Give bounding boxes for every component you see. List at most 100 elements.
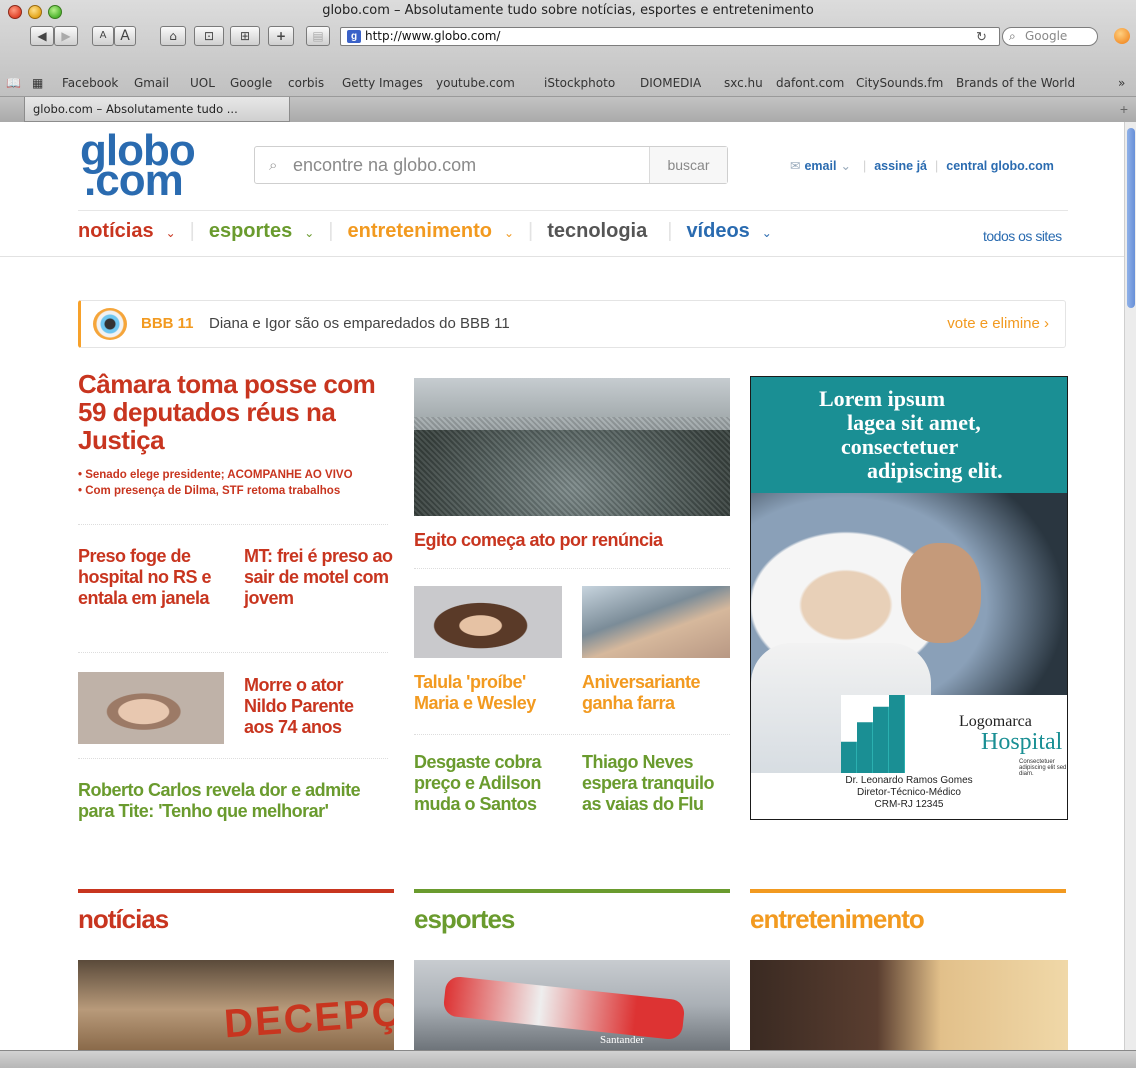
headline-desgaste[interactable]: Desgaste cobra preço e Adilson muda o Sa…	[414, 752, 564, 815]
bookmark-citysounds[interactable]: CitySounds.fm	[856, 76, 943, 90]
esportes-section-bar	[414, 889, 730, 893]
bookmark-diomedia[interactable]: DIOMEDIA	[640, 76, 701, 90]
headline-egito[interactable]: Egito começa ato por renúncia	[414, 530, 730, 551]
bbb-text[interactable]: Diana e Igor são os emparedados do BBB 1…	[209, 315, 510, 332]
top-sites-icon[interactable]: ▦	[32, 76, 43, 90]
bookmark-facebook[interactable]: Facebook	[62, 76, 118, 90]
browser-toolbar: ◀ ▶ A A ⌂ ⊡ ⊞ + ▤ g http://www.globo.com…	[0, 26, 1136, 48]
divider	[414, 568, 730, 569]
hospital-logo: Logomarca Hospital Consectetuer adipisci…	[841, 695, 1067, 777]
ad-copy: Lorem ipsum lagea sit amet, consectetuer…	[751, 377, 1067, 493]
chevron-down-icon[interactable]: ⌄	[762, 226, 772, 240]
forward-button[interactable]: ▶	[54, 26, 78, 46]
mail-icon: ✉	[790, 159, 801, 173]
headline-preso[interactable]: Preso foge de hospital no RS e entala em…	[78, 546, 218, 609]
bookmark-sxc[interactable]: sxc.hu	[724, 76, 763, 90]
web-page: globo .com ⌕ encontre na globo.com busca…	[0, 122, 1124, 1050]
back-button[interactable]: ◀	[30, 26, 54, 46]
bookmark-brands[interactable]: Brands of the World	[956, 76, 1075, 90]
photo-formula1[interactable]: Santander	[414, 960, 730, 1050]
entretenimento-section-bar	[750, 889, 1066, 893]
headline-talula[interactable]: Talula 'proíbe' Maria e Wesley	[414, 672, 564, 714]
ad-sig-crm: CRM-RJ 12345	[874, 799, 944, 810]
divider	[78, 758, 388, 759]
chevron-down-icon[interactable]: ⌄	[166, 226, 176, 240]
nav-esportes[interactable]: esportes	[209, 220, 292, 242]
bbb-banner[interactable]: BBB 11 Diana e Igor são os emparedados d…	[78, 300, 1066, 348]
noticias-section-bar	[78, 889, 394, 893]
bookmark-dafont[interactable]: dafont.com	[776, 76, 844, 90]
status-bar	[0, 1050, 1136, 1068]
assine-link[interactable]: assine já	[874, 159, 927, 173]
vertical-scrollbar[interactable]	[1124, 122, 1136, 1050]
main-headline[interactable]: Câmara toma posse com 59 deputados réus …	[78, 370, 388, 454]
reload-icon[interactable]: ↻	[976, 29, 987, 45]
vote-link[interactable]: vote e elimine ›	[947, 315, 1049, 332]
main-bullets: • Senado elege presidente; ACOMPANHE AO …	[78, 467, 353, 499]
window-title: globo.com – Absolutamente tudo sobre not…	[322, 3, 814, 18]
nav-entretenimento[interactable]: entretenimento	[347, 220, 491, 242]
scrollbar-thumb[interactable]	[1127, 128, 1135, 308]
snapback-icon[interactable]	[1114, 28, 1130, 44]
ad-line: Lorem ipsum	[819, 386, 946, 411]
bbb-tag: BBB 11	[141, 315, 194, 332]
nav-noticias[interactable]: notícias	[78, 220, 154, 242]
history-button[interactable]: ⊡	[194, 26, 224, 46]
bookmark-corbis[interactable]: corbis	[288, 76, 324, 90]
race-car	[442, 975, 686, 1041]
ad-line: adipiscing elit.	[867, 458, 1003, 483]
new-tab-icon[interactable]: +	[1120, 101, 1128, 117]
search-icon: ⌕	[1009, 29, 1016, 43]
ad-sig-role: Diretor-Técnico-Médico	[857, 787, 961, 798]
section-esportes[interactable]: esportes	[414, 904, 515, 935]
bookmarks-button[interactable]: ⊞	[230, 26, 260, 46]
nav-tecnologia[interactable]: tecnologia	[547, 220, 647, 242]
bookmark-google[interactable]: Google	[230, 76, 272, 90]
headline-ator[interactable]: Morre o ator Nildo Parente aos 74 anos	[244, 675, 384, 738]
photo-entretenimento[interactable]	[750, 960, 1068, 1050]
browser-chrome: globo.com – Absolutamente tudo sobre not…	[0, 0, 1136, 122]
central-link[interactable]: central globo.com	[946, 159, 1054, 173]
window-titlebar: globo.com – Absolutamente tudo sobre not…	[0, 0, 1136, 24]
reading-list-icon[interactable]: 📖	[6, 76, 21, 90]
email-link[interactable]: email	[804, 159, 836, 173]
bookmark-youtube[interactable]: youtube.com	[436, 76, 515, 90]
ad-line: consectetuer	[841, 434, 959, 459]
headline-frei[interactable]: MT: frei é preso ao sair de motel com jo…	[244, 546, 394, 609]
photo-protest[interactable]: DECEPÇÃO	[78, 960, 394, 1050]
bullet-senado[interactable]: • Senado elege presidente; ACOMPANHE AO …	[78, 467, 353, 483]
bullet-dilma[interactable]: • Com presença de Dilma, STF retoma trab…	[78, 483, 353, 499]
text-smaller-button[interactable]: A	[92, 26, 114, 46]
photo-egito-crowd[interactable]	[414, 378, 730, 516]
bookmarks-overflow-button[interactable]: »	[1118, 76, 1125, 90]
section-entretenimento[interactable]: entretenimento	[750, 904, 925, 935]
address-bar[interactable]: g http://www.globo.com/	[340, 27, 1000, 46]
photo-talula[interactable]	[414, 586, 562, 658]
chevron-down-icon[interactable]: ⌄	[304, 226, 314, 240]
headline-thiago[interactable]: Thiago Neves espera tranquilo as vaias d…	[582, 752, 732, 815]
bookmark-istockphoto[interactable]: iStockphoto	[544, 76, 615, 90]
bookmark-gmail[interactable]: Gmail	[134, 76, 169, 90]
print-button[interactable]: ▤	[306, 26, 330, 46]
headline-roberto-carlos[interactable]: Roberto Carlos revela dor e admite para …	[78, 780, 398, 822]
browser-search-field[interactable]: ⌕ Google	[1002, 27, 1098, 46]
photo-aniversariante[interactable]	[582, 586, 730, 658]
text-bigger-button[interactable]: A	[114, 26, 136, 46]
all-sites-link[interactable]: todos os sites	[983, 228, 1062, 244]
globo-logo[interactable]: globo .com	[80, 129, 196, 203]
hospital-ad[interactable]: Lorem ipsum lagea sit amet, consectetuer…	[750, 376, 1068, 820]
bookmark-getty[interactable]: Getty Images	[342, 76, 423, 90]
home-button[interactable]: ⌂	[160, 26, 186, 46]
tab-strip: globo.com – Absolutamente tudo ... +	[0, 96, 1136, 122]
search-input[interactable]: encontre na globo.com	[293, 155, 476, 176]
nav-videos[interactable]: vídeos	[686, 220, 749, 242]
add-bookmark-button[interactable]: +	[268, 26, 294, 46]
headline-aniversariante[interactable]: Aniversariante ganha farra	[582, 672, 732, 714]
photo-nildo-parente[interactable]	[78, 672, 224, 744]
section-noticias[interactable]: notícias	[78, 904, 169, 935]
search-button[interactable]: buscar	[649, 147, 727, 183]
chevron-down-icon[interactable]: ⌄	[504, 226, 514, 240]
ad-line: lagea sit amet,	[847, 410, 981, 435]
tab-globo[interactable]: globo.com – Absolutamente tudo ...	[24, 97, 290, 122]
bookmark-uol[interactable]: UOL	[190, 76, 215, 90]
